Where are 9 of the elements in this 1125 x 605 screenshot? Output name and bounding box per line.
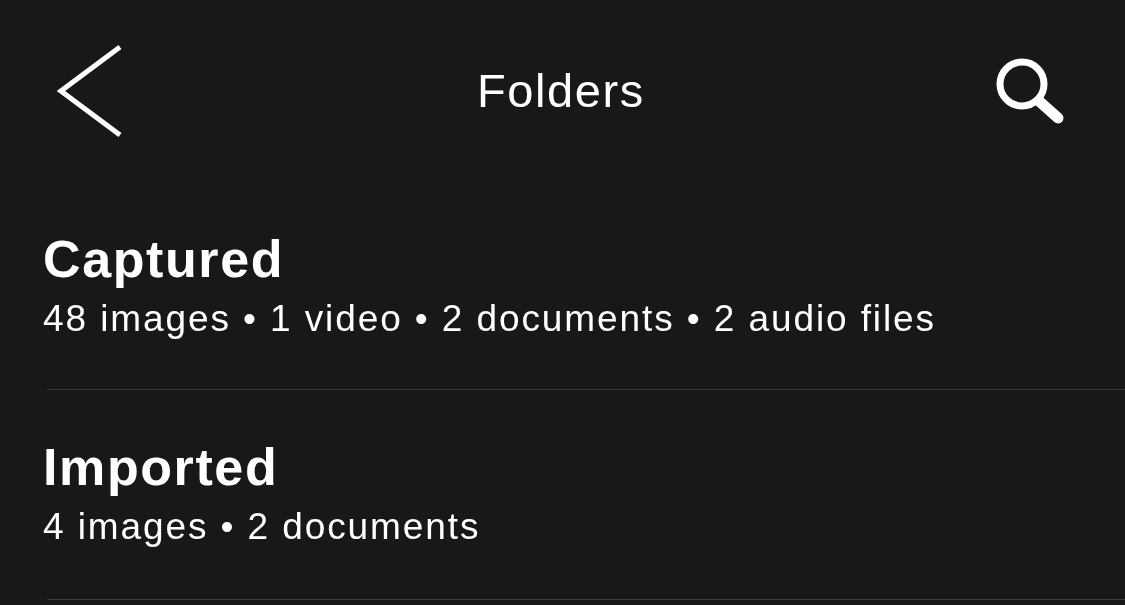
chevron-left-icon bbox=[57, 44, 123, 138]
search-button[interactable] bbox=[996, 57, 1065, 125]
folder-name[interactable]: Captured bbox=[43, 229, 1125, 289]
search-icon bbox=[996, 57, 1065, 125]
screen-title: Folders bbox=[477, 63, 645, 119]
back-button[interactable] bbox=[57, 44, 123, 138]
folder-summary: 48 images • 1 video • 2 documents • 2 audio files bbox=[43, 297, 937, 341]
folder-summary: 4 images • 2 documents bbox=[43, 505, 482, 549]
folder-name[interactable]: Imported bbox=[43, 437, 1125, 497]
